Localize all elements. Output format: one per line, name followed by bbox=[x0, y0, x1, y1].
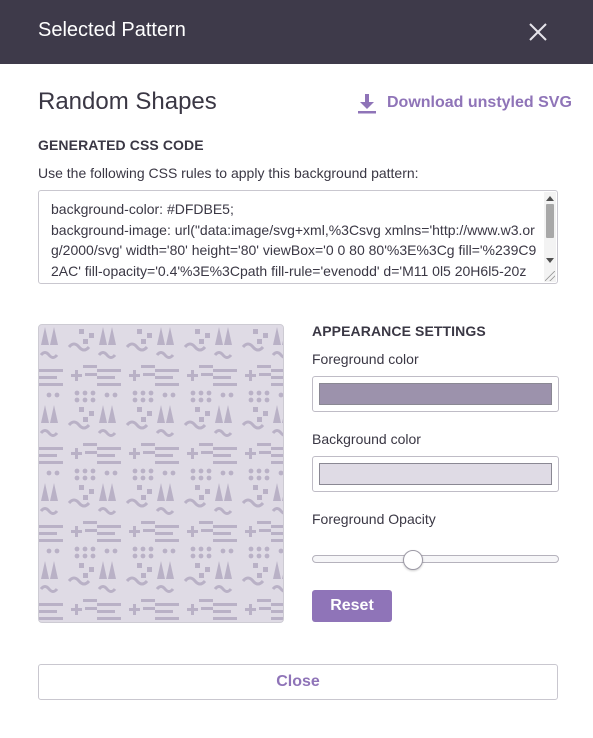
reset-button[interactable]: Reset bbox=[312, 590, 392, 622]
foreground-color-picker[interactable] bbox=[312, 376, 559, 412]
css-code-textarea[interactable]: background-color: #DFDBE5; background-im… bbox=[38, 190, 558, 284]
resize-grip-icon[interactable] bbox=[545, 271, 555, 281]
foreground-opacity-slider[interactable] bbox=[312, 550, 559, 570]
slider-thumb[interactable] bbox=[403, 550, 423, 570]
slider-track[interactable] bbox=[312, 555, 559, 563]
css-code-heading: GENERATED CSS CODE bbox=[38, 137, 204, 153]
modal-header: Selected Pattern bbox=[0, 0, 593, 64]
background-color-swatch[interactable] bbox=[319, 463, 552, 485]
scroll-thumb[interactable] bbox=[546, 204, 554, 238]
appearance-settings-heading: APPEARANCE SETTINGS bbox=[312, 323, 486, 339]
css-code-text[interactable]: background-color: #DFDBE5; background-im… bbox=[51, 199, 537, 283]
pattern-preview bbox=[38, 324, 284, 623]
code-scrollbar[interactable] bbox=[544, 192, 556, 282]
close-button[interactable]: Close bbox=[38, 664, 558, 700]
close-icon[interactable] bbox=[527, 21, 549, 43]
download-label: Download unstyled SVG bbox=[387, 94, 572, 111]
pattern-preview-image bbox=[39, 325, 283, 622]
foreground-color-swatch[interactable] bbox=[319, 383, 552, 405]
background-color-picker[interactable] bbox=[312, 456, 559, 492]
modal-title: Selected Pattern bbox=[38, 19, 186, 41]
foreground-opacity-label: Foreground Opacity bbox=[312, 511, 436, 527]
scroll-up-arrow-icon[interactable] bbox=[546, 196, 554, 201]
css-instruction: Use the following CSS rules to apply thi… bbox=[38, 165, 419, 181]
foreground-color-label: Foreground color bbox=[312, 351, 419, 367]
scroll-down-arrow-icon[interactable] bbox=[546, 258, 554, 263]
download-icon bbox=[358, 94, 376, 114]
download-unstyled-svg-link[interactable]: Download unstyled SVG bbox=[356, 92, 572, 114]
background-color-label: Background color bbox=[312, 431, 421, 447]
pattern-name: Random Shapes bbox=[38, 88, 217, 115]
